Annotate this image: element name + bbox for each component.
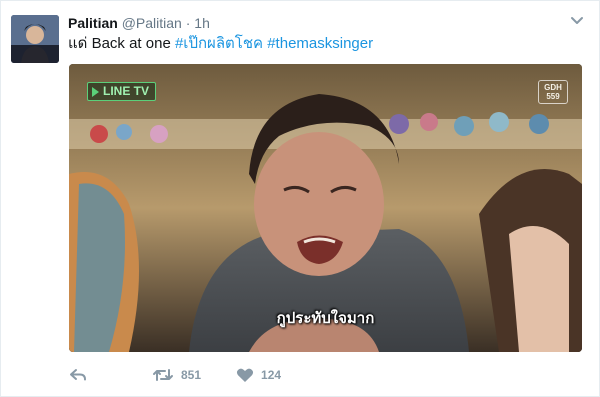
hashtag-link[interactable]: #themasksinger — [267, 35, 373, 52]
watermark-label: LINE TV — [103, 84, 150, 98]
like-count: 124 — [261, 368, 282, 382]
chevron-down-icon[interactable] — [569, 13, 585, 29]
retweet-icon — [153, 369, 173, 381]
play-icon — [92, 86, 99, 97]
channel-logo-line2: 559 — [546, 92, 560, 101]
heart-icon — [236, 368, 254, 382]
avatar-image — [11, 15, 59, 63]
video-subtitle: กูประทับใจมาก — [276, 310, 375, 327]
avatar[interactable] — [11, 15, 59, 63]
tweet-header: Palitian @Palitian · 1h — [68, 14, 210, 32]
tweet-text-prefix: แด่ Back at one — [68, 35, 171, 52]
tweet-actions: 851 124 — [69, 365, 281, 385]
line-tv-watermark: LINE TV — [87, 82, 157, 101]
timestamp[interactable]: 1h — [194, 15, 210, 31]
separator-dot: · — [185, 15, 191, 31]
hashtag-link[interactable]: #เป๊กผลิตโชค — [175, 35, 263, 52]
channel-logo-line1: GDH — [544, 83, 562, 92]
user-handle[interactable]: @Palitian — [122, 15, 182, 31]
display-name[interactable]: Palitian — [68, 15, 118, 31]
channel-logo: GDH 559 — [538, 80, 568, 104]
tweet-card: Palitian @Palitian · 1h แด่ Back at one … — [0, 0, 600, 397]
retweet-count: 851 — [181, 368, 202, 382]
like-button[interactable]: 124 — [236, 367, 281, 383]
media-image[interactable]: LINE TV GDH 559 กูประทับใจมาก — [69, 64, 582, 352]
reply-icon — [70, 369, 86, 381]
tweet-text: แด่ Back at one #เป๊กผลิตโชค #themasksin… — [68, 34, 373, 54]
retweet-button[interactable]: 851 — [152, 367, 201, 383]
reply-button[interactable] — [69, 367, 89, 383]
